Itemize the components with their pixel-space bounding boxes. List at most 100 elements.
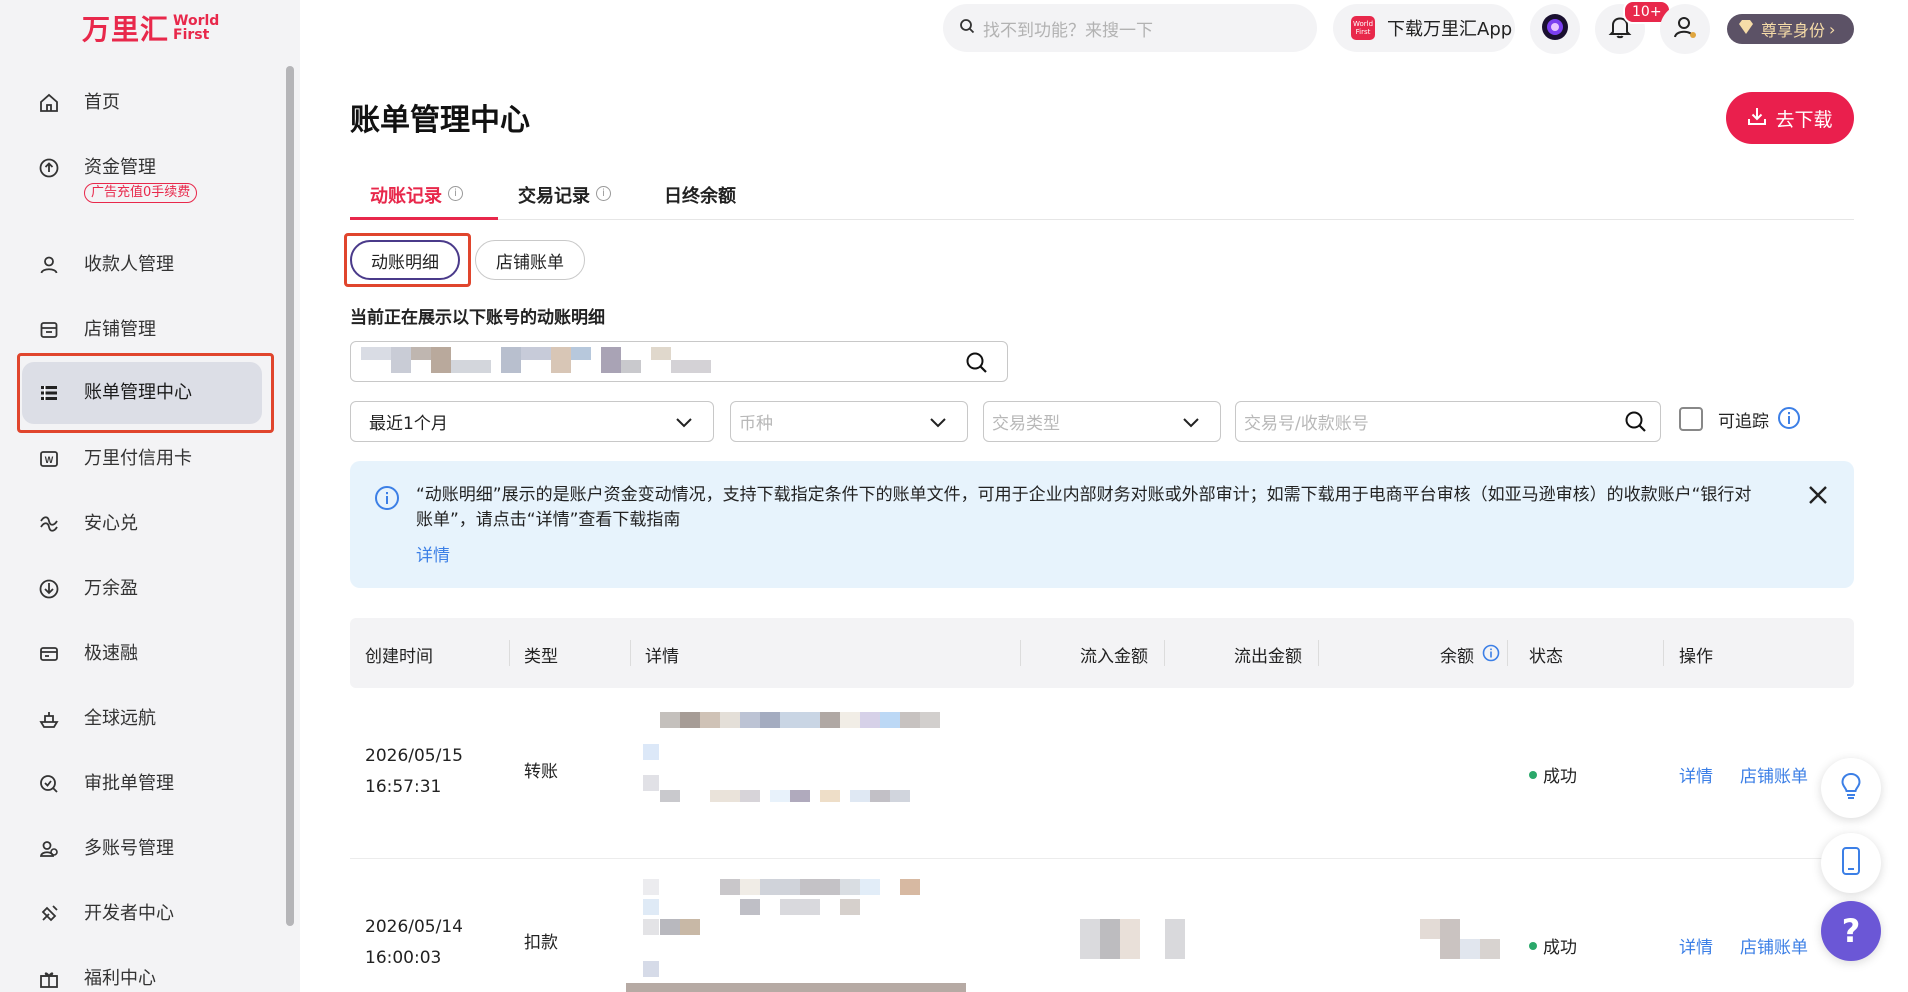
download-icon [1747, 106, 1767, 131]
sidebar-item-approvals[interactable]: 审批单管理 [22, 761, 262, 807]
sidebar-scrollbar[interactable] [286, 66, 294, 926]
sidebar-item-benefits[interactable]: 福利中心 [22, 956, 262, 992]
row-time: 16:00:03 [365, 948, 442, 968]
row-store-statement-link[interactable]: 店铺账单 [1740, 762, 1808, 787]
sidebar-item-exchange[interactable]: 安心兑 [22, 501, 262, 547]
chevron-down-icon [1182, 414, 1200, 434]
tab-account-movements[interactable]: 动账记录 i [350, 176, 498, 220]
account-selector[interactable] [350, 341, 1008, 382]
sidebar-item-multi-account[interactable]: 多账号管理 [22, 826, 262, 872]
transaction-type-select[interactable]: 交易类型 [983, 401, 1221, 442]
download-button[interactable]: 去下载 [1726, 92, 1854, 144]
store-icon [36, 317, 62, 343]
loan-icon [36, 641, 62, 667]
currency-select[interactable]: 币种 [730, 401, 968, 442]
tab-label: 日终余额 [664, 186, 736, 207]
column-header: 流入金额 [1080, 647, 1148, 667]
info-icon[interactable] [1777, 406, 1801, 434]
search-icon[interactable] [1624, 410, 1648, 439]
transaction-search-placeholder: 交易号/收款账号 [1244, 414, 1369, 434]
success-dot-icon [1529, 941, 1537, 950]
tab-transactions[interactable]: 交易记录 i [518, 176, 611, 220]
column-header: 流出金额 [1234, 647, 1302, 667]
info-notice: “动账明细”展示的是账户资金变动情况，支持下载指定条件下的账单文件，可用于企业内… [350, 461, 1854, 588]
status-badge: 成功 [1529, 933, 1577, 958]
account-avatar-button[interactable] [1660, 4, 1710, 54]
sidebar-item-label: 店铺管理 [84, 319, 156, 340]
subtab-highlight-box [344, 233, 471, 287]
yield-icon [36, 576, 62, 602]
sidebar-item-funds[interactable]: 资金管理 广告充值0手续费 [22, 145, 262, 213]
sidebar-item-yield[interactable]: 万余盈 [22, 566, 262, 612]
info-icon [374, 485, 400, 515]
status-text: 成功 [1543, 938, 1577, 958]
search-icon [959, 18, 975, 38]
tab-daily-balance[interactable]: 日终余额 [664, 176, 736, 220]
table-row: 2026/05/15 16:57:31 转账 成功 详情 店铺账单 [350, 688, 1854, 859]
sidebar-item-credit-card[interactable]: W 万里付信用卡 [22, 436, 262, 482]
card-icon: W [36, 446, 62, 472]
sidebar-item-label: 万里付信用卡 [84, 448, 192, 469]
vip-status-button[interactable]: 尊享身份 › [1727, 14, 1854, 44]
mobile-app-button[interactable] [1821, 833, 1881, 893]
lightbulb-icon [1838, 771, 1864, 805]
promo-badge: 广告充值0手续费 [84, 183, 198, 203]
type-cell: 转账 [524, 762, 558, 782]
status-text: 成功 [1543, 767, 1577, 787]
chevron-right-icon: › [1829, 19, 1836, 39]
ai-assistant-button[interactable] [1530, 4, 1580, 54]
column-divider [1020, 640, 1021, 666]
avatar-icon [1672, 14, 1698, 44]
global-search-input[interactable]: 找不到功能？来搜一下 [943, 4, 1317, 52]
sidebar-item-label: 审批单管理 [84, 773, 174, 794]
sidebar-item-fast-loan[interactable]: 极速融 [22, 631, 262, 677]
sidebar: 万里汇 World First 首页 资金管理 广告充值0手续费 收款人管理 店… [0, 0, 300, 992]
sidebar-item-global-voyage[interactable]: 全球远航 [22, 696, 262, 742]
column-divider [1318, 640, 1319, 666]
row-date: 2026/05/15 [365, 746, 463, 766]
svg-text:W: W [45, 455, 54, 465]
success-dot-icon [1529, 770, 1537, 779]
account-section-label: 当前正在展示以下账号的动账明细 [350, 308, 605, 328]
tips-button[interactable] [1821, 758, 1881, 818]
status-badge: 成功 [1529, 762, 1577, 787]
column-header: 操作 [1679, 647, 1713, 667]
row-details-link[interactable]: 详情 [1679, 933, 1713, 958]
sidebar-item-stores[interactable]: 店铺管理 [22, 307, 262, 353]
row-date: 2026/05/14 [365, 917, 463, 937]
created-time-cell: 2026/05/15 16:57:31 [365, 741, 463, 803]
sidebar-item-payees[interactable]: 收款人管理 [22, 242, 262, 288]
sidebar-item-label: 收款人管理 [84, 254, 174, 275]
sidebar-item-developer[interactable]: 开发者中心 [22, 891, 262, 937]
download-app-button[interactable]: World First 下载万里汇App [1333, 4, 1515, 52]
traceable-checkbox[interactable] [1679, 407, 1703, 431]
multi-user-icon [36, 836, 62, 862]
sidebar-item-label: 资金管理 [84, 157, 156, 178]
question-icon: ? [1841, 912, 1861, 950]
chevron-down-icon [929, 414, 947, 434]
sidebar-item-home[interactable]: 首页 [22, 80, 262, 126]
world-first-logo[interactable]: 万里汇 World First [82, 10, 219, 46]
column-header: 类型 [524, 647, 558, 667]
period-select[interactable]: 最近1个月 [350, 401, 714, 442]
search-icon[interactable] [965, 351, 989, 379]
help-button[interactable]: ? [1821, 901, 1881, 961]
row-details-link[interactable]: 详情 [1679, 762, 1713, 787]
gift-icon [36, 966, 62, 992]
page-title: 账单管理中心 [350, 103, 530, 138]
row-store-statement-link[interactable]: 店铺账单 [1740, 933, 1808, 958]
transaction-search-input[interactable]: 交易号/收款账号 [1235, 401, 1661, 442]
developer-icon [36, 901, 62, 927]
table-row: 2026/05/14 16:00:03 扣款 成功 详情 店铺账单 [350, 859, 1854, 992]
info-icon[interactable] [1482, 644, 1500, 666]
subtab-store-statement[interactable]: 店铺账单 [475, 240, 585, 280]
info-icon[interactable]: i [448, 186, 463, 201]
ship-icon [36, 706, 62, 732]
notice-details-link[interactable]: 详情 [416, 541, 450, 566]
info-icon[interactable]: i [596, 186, 611, 201]
column-header: 详情 [645, 647, 679, 667]
close-icon[interactable] [1806, 483, 1830, 511]
sidebar-item-label: 全球远航 [84, 708, 156, 729]
type-cell: 扣款 [524, 933, 558, 953]
column-divider [1507, 640, 1508, 666]
